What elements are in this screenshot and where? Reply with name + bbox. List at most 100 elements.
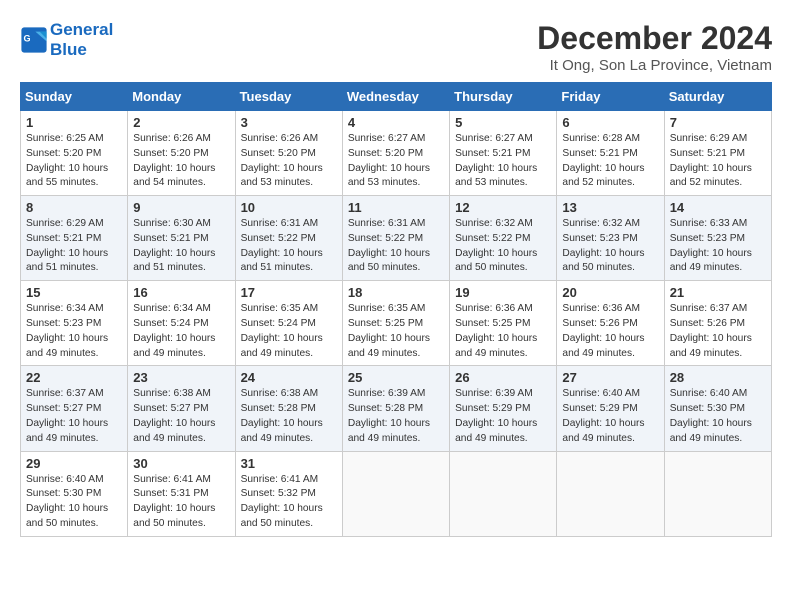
calendar-cell: 22 Sunrise: 6:37 AM Sunset: 5:27 PM Dayl… xyxy=(21,366,128,451)
calendar-week: 22 Sunrise: 6:37 AM Sunset: 5:27 PM Dayl… xyxy=(21,366,772,451)
calendar-cell: 18 Sunrise: 6:35 AM Sunset: 5:25 PM Dayl… xyxy=(342,281,449,366)
day-number: 27 xyxy=(562,370,658,385)
day-number: 23 xyxy=(133,370,229,385)
day-info: Sunrise: 6:35 AM Sunset: 5:24 PM Dayligh… xyxy=(241,302,337,361)
day-number: 6 xyxy=(562,115,658,130)
day-info: Sunrise: 6:35 AM Sunset: 5:25 PM Dayligh… xyxy=(348,302,444,361)
day-number: 19 xyxy=(455,285,551,300)
day-number: 31 xyxy=(241,456,337,471)
day-info: Sunrise: 6:39 AM Sunset: 5:29 PM Dayligh… xyxy=(455,387,551,446)
day-info: Sunrise: 6:30 AM Sunset: 5:21 PM Dayligh… xyxy=(133,217,229,276)
calendar-header: SundayMondayTuesdayWednesdayThursdayFrid… xyxy=(21,83,772,111)
day-info: Sunrise: 6:28 AM Sunset: 5:21 PM Dayligh… xyxy=(562,132,658,191)
calendar-cell: 1 Sunrise: 6:25 AM Sunset: 5:20 PM Dayli… xyxy=(21,111,128,196)
day-info: Sunrise: 6:33 AM Sunset: 5:23 PM Dayligh… xyxy=(670,217,766,276)
day-number: 30 xyxy=(133,456,229,471)
calendar-cell: 17 Sunrise: 6:35 AM Sunset: 5:24 PM Dayl… xyxy=(235,281,342,366)
day-number: 12 xyxy=(455,200,551,215)
day-number: 9 xyxy=(133,200,229,215)
day-number: 20 xyxy=(562,285,658,300)
day-number: 3 xyxy=(241,115,337,130)
day-number: 7 xyxy=(670,115,766,130)
calendar-cell: 28 Sunrise: 6:40 AM Sunset: 5:30 PM Dayl… xyxy=(664,366,771,451)
day-info: Sunrise: 6:40 AM Sunset: 5:30 PM Dayligh… xyxy=(670,387,766,446)
day-info: Sunrise: 6:38 AM Sunset: 5:28 PM Dayligh… xyxy=(241,387,337,446)
day-number: 24 xyxy=(241,370,337,385)
day-number: 29 xyxy=(26,456,122,471)
logo-blue: Blue xyxy=(50,40,87,59)
day-number: 13 xyxy=(562,200,658,215)
calendar-cell: 20 Sunrise: 6:36 AM Sunset: 5:26 PM Dayl… xyxy=(557,281,664,366)
calendar-cell: 19 Sunrise: 6:36 AM Sunset: 5:25 PM Dayl… xyxy=(450,281,557,366)
page-subtitle: It Ong, Son La Province, Vietnam xyxy=(537,57,772,74)
day-number: 17 xyxy=(241,285,337,300)
day-number: 11 xyxy=(348,200,444,215)
title-area: December 2024 It Ong, Son La Province, V… xyxy=(537,20,772,74)
day-info: Sunrise: 6:36 AM Sunset: 5:25 PM Dayligh… xyxy=(455,302,551,361)
day-number: 25 xyxy=(348,370,444,385)
calendar-week: 15 Sunrise: 6:34 AM Sunset: 5:23 PM Dayl… xyxy=(21,281,772,366)
day-number: 2 xyxy=(133,115,229,130)
weekday-header: Sunday xyxy=(21,83,128,111)
calendar-cell: 3 Sunrise: 6:26 AM Sunset: 5:20 PM Dayli… xyxy=(235,111,342,196)
calendar-cell: 29 Sunrise: 6:40 AM Sunset: 5:30 PM Dayl… xyxy=(21,451,128,536)
calendar-cell xyxy=(450,451,557,536)
day-info: Sunrise: 6:32 AM Sunset: 5:23 PM Dayligh… xyxy=(562,217,658,276)
day-info: Sunrise: 6:29 AM Sunset: 5:21 PM Dayligh… xyxy=(26,217,122,276)
day-number: 10 xyxy=(241,200,337,215)
day-info: Sunrise: 6:41 AM Sunset: 5:32 PM Dayligh… xyxy=(241,473,337,532)
day-info: Sunrise: 6:39 AM Sunset: 5:28 PM Dayligh… xyxy=(348,387,444,446)
calendar-cell: 4 Sunrise: 6:27 AM Sunset: 5:20 PM Dayli… xyxy=(342,111,449,196)
day-info: Sunrise: 6:31 AM Sunset: 5:22 PM Dayligh… xyxy=(348,217,444,276)
day-info: Sunrise: 6:40 AM Sunset: 5:29 PM Dayligh… xyxy=(562,387,658,446)
day-number: 8 xyxy=(26,200,122,215)
day-number: 28 xyxy=(670,370,766,385)
day-info: Sunrise: 6:26 AM Sunset: 5:20 PM Dayligh… xyxy=(133,132,229,191)
calendar-cell: 8 Sunrise: 6:29 AM Sunset: 5:21 PM Dayli… xyxy=(21,196,128,281)
day-info: Sunrise: 6:41 AM Sunset: 5:31 PM Dayligh… xyxy=(133,473,229,532)
logo-general: General xyxy=(50,20,113,40)
day-info: Sunrise: 6:32 AM Sunset: 5:22 PM Dayligh… xyxy=(455,217,551,276)
day-number: 16 xyxy=(133,285,229,300)
weekday-header: Monday xyxy=(128,83,235,111)
day-info: Sunrise: 6:27 AM Sunset: 5:20 PM Dayligh… xyxy=(348,132,444,191)
day-number: 15 xyxy=(26,285,122,300)
page-header: G General Blue December 2024 It Ong, Son… xyxy=(20,20,772,74)
calendar-cell: 31 Sunrise: 6:41 AM Sunset: 5:32 PM Dayl… xyxy=(235,451,342,536)
day-info: Sunrise: 6:40 AM Sunset: 5:30 PM Dayligh… xyxy=(26,473,122,532)
calendar-cell: 27 Sunrise: 6:40 AM Sunset: 5:29 PM Dayl… xyxy=(557,366,664,451)
calendar-cell: 30 Sunrise: 6:41 AM Sunset: 5:31 PM Dayl… xyxy=(128,451,235,536)
day-info: Sunrise: 6:31 AM Sunset: 5:22 PM Dayligh… xyxy=(241,217,337,276)
page-title: December 2024 xyxy=(537,20,772,57)
day-info: Sunrise: 6:36 AM Sunset: 5:26 PM Dayligh… xyxy=(562,302,658,361)
calendar-cell: 25 Sunrise: 6:39 AM Sunset: 5:28 PM Dayl… xyxy=(342,366,449,451)
calendar-cell xyxy=(557,451,664,536)
calendar-cell: 11 Sunrise: 6:31 AM Sunset: 5:22 PM Dayl… xyxy=(342,196,449,281)
day-number: 5 xyxy=(455,115,551,130)
day-number: 18 xyxy=(348,285,444,300)
calendar-body: 1 Sunrise: 6:25 AM Sunset: 5:20 PM Dayli… xyxy=(21,111,772,537)
weekday-header: Saturday xyxy=(664,83,771,111)
logo: G General Blue xyxy=(20,20,113,60)
day-info: Sunrise: 6:34 AM Sunset: 5:24 PM Dayligh… xyxy=(133,302,229,361)
calendar-cell: 5 Sunrise: 6:27 AM Sunset: 5:21 PM Dayli… xyxy=(450,111,557,196)
day-number: 22 xyxy=(26,370,122,385)
svg-text:G: G xyxy=(24,33,31,43)
day-info: Sunrise: 6:25 AM Sunset: 5:20 PM Dayligh… xyxy=(26,132,122,191)
day-info: Sunrise: 6:37 AM Sunset: 5:26 PM Dayligh… xyxy=(670,302,766,361)
calendar-cell: 16 Sunrise: 6:34 AM Sunset: 5:24 PM Dayl… xyxy=(128,281,235,366)
calendar-cell: 2 Sunrise: 6:26 AM Sunset: 5:20 PM Dayli… xyxy=(128,111,235,196)
calendar-table: SundayMondayTuesdayWednesdayThursdayFrid… xyxy=(20,82,772,537)
day-number: 26 xyxy=(455,370,551,385)
weekday-header: Friday xyxy=(557,83,664,111)
calendar-cell: 6 Sunrise: 6:28 AM Sunset: 5:21 PM Dayli… xyxy=(557,111,664,196)
calendar-cell: 24 Sunrise: 6:38 AM Sunset: 5:28 PM Dayl… xyxy=(235,366,342,451)
calendar-cell: 15 Sunrise: 6:34 AM Sunset: 5:23 PM Dayl… xyxy=(21,281,128,366)
calendar-cell: 9 Sunrise: 6:30 AM Sunset: 5:21 PM Dayli… xyxy=(128,196,235,281)
day-info: Sunrise: 6:34 AM Sunset: 5:23 PM Dayligh… xyxy=(26,302,122,361)
calendar-week: 1 Sunrise: 6:25 AM Sunset: 5:20 PM Dayli… xyxy=(21,111,772,196)
calendar-cell xyxy=(664,451,771,536)
calendar-week: 8 Sunrise: 6:29 AM Sunset: 5:21 PM Dayli… xyxy=(21,196,772,281)
calendar-cell: 14 Sunrise: 6:33 AM Sunset: 5:23 PM Dayl… xyxy=(664,196,771,281)
day-info: Sunrise: 6:27 AM Sunset: 5:21 PM Dayligh… xyxy=(455,132,551,191)
